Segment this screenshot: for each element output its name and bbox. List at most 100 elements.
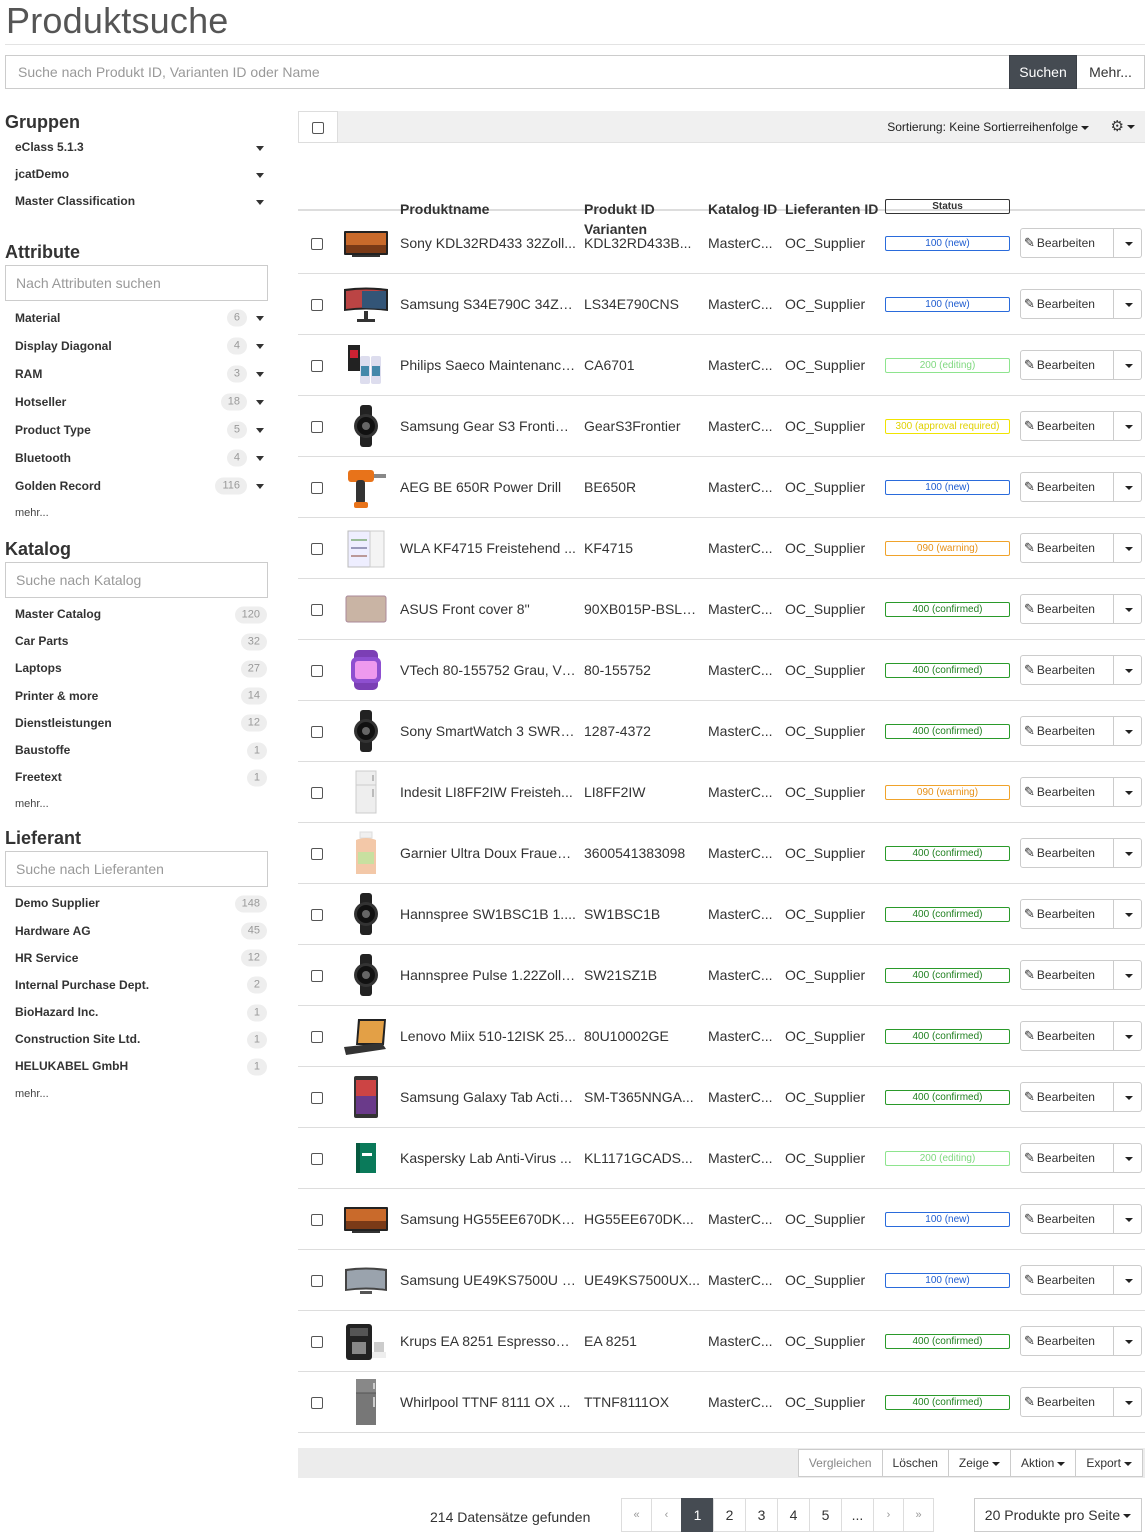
row-checkbox[interactable] [311, 1275, 323, 1287]
row-actions-dropdown[interactable] [1114, 289, 1142, 319]
product-name-link[interactable]: Philips Saeco Maintenance... [400, 335, 576, 395]
espresso-machine-icon[interactable] [342, 1318, 390, 1364]
edit-button[interactable]: ✎ Bearbeiten [1020, 1143, 1114, 1173]
search-input[interactable] [5, 55, 1009, 89]
tablet-icon[interactable] [342, 1074, 390, 1120]
row-checkbox[interactable] [311, 1336, 323, 1348]
row-actions-dropdown[interactable] [1114, 899, 1142, 929]
facet-hotseller[interactable]: Hotseller 18 [5, 388, 270, 416]
edit-button[interactable]: ✎ Bearbeiten [1020, 777, 1114, 807]
edit-button[interactable]: ✎ Bearbeiten [1020, 289, 1114, 319]
product-name-link[interactable]: WLA KF4715 Freistehend ... [400, 518, 576, 578]
fridge-icon[interactable] [342, 769, 390, 815]
row-actions-dropdown[interactable] [1114, 838, 1142, 868]
select-all-checkbox[interactable] [312, 122, 324, 134]
edit-button[interactable]: ✎ Bearbeiten [1020, 472, 1114, 502]
facet-master-catalog[interactable]: Master Catalog 120 [5, 601, 270, 628]
product-name-link[interactable]: ASUS Front cover 8'' [400, 579, 576, 639]
row-actions-dropdown[interactable] [1114, 1021, 1142, 1051]
row-actions-dropdown[interactable] [1114, 350, 1142, 380]
row-checkbox[interactable] [311, 543, 323, 555]
edit-button[interactable]: ✎ Bearbeiten [1020, 1021, 1114, 1051]
product-name-link[interactable]: Sony KDL32RD433 32Zoll... [400, 213, 576, 273]
row-actions-dropdown[interactable] [1114, 1143, 1142, 1173]
chevron-down-icon[interactable] [256, 145, 264, 151]
product-name-link[interactable]: Samsung UE49KS7500U 4... [400, 1250, 576, 1310]
facet-car-parts[interactable]: Car Parts 32 [5, 628, 270, 655]
facet-product-type[interactable]: Product Type 5 [5, 416, 270, 444]
edit-button[interactable]: ✎ Bearbeiten [1020, 1082, 1114, 1112]
facet-hr-service[interactable]: HR Service 12 [5, 945, 270, 972]
catalog-search-input[interactable] [5, 562, 268, 598]
row-actions-dropdown[interactable] [1114, 411, 1142, 441]
facet-ram[interactable]: RAM 3 [5, 360, 270, 388]
attribute-search-input[interactable] [5, 265, 268, 301]
tv-icon[interactable] [342, 220, 390, 266]
product-name-link[interactable]: Samsung HG55EE670DK ... [400, 1189, 576, 1249]
fridge-open-icon[interactable] [342, 525, 390, 571]
product-name-link[interactable]: Hannspree Pulse 1.22Zoll ... [400, 945, 576, 1005]
shampoo-icon[interactable] [342, 830, 390, 876]
per-page-select[interactable]: 20 Produkte pro Seite [974, 1498, 1142, 1532]
sort-dropdown[interactable]: Sortierung: Keine Sortierreihenfolge [887, 111, 1089, 143]
edit-button[interactable]: ✎ Bearbeiten [1020, 1265, 1114, 1295]
product-name-link[interactable]: Krups EA 8251 Espressom... [400, 1311, 576, 1371]
row-actions-dropdown[interactable] [1114, 1204, 1142, 1234]
edit-button[interactable]: ✎ Bearbeiten [1020, 655, 1114, 685]
row-actions-dropdown[interactable] [1114, 716, 1142, 746]
edit-button[interactable]: ✎ Bearbeiten [1020, 533, 1114, 563]
page-3-button[interactable]: 3 [745, 1498, 778, 1532]
page-5-button[interactable]: 5 [809, 1498, 842, 1532]
row-checkbox[interactable] [311, 1092, 323, 1104]
product-name-link[interactable]: Samsung Gear S3 Frontier ... [400, 396, 576, 456]
row-checkbox[interactable] [311, 665, 323, 677]
row-checkbox[interactable] [311, 1214, 323, 1226]
monitor-icon[interactable] [342, 281, 390, 327]
facet-laptops[interactable]: Laptops 27 [5, 655, 270, 682]
edit-button[interactable]: ✎ Bearbeiten [1020, 838, 1114, 868]
chevron-down-icon[interactable] [256, 372, 264, 377]
row-checkbox[interactable] [311, 1031, 323, 1043]
supplier-search-input[interactable] [5, 851, 268, 888]
row-actions-dropdown[interactable] [1114, 228, 1142, 258]
product-name-link[interactable]: Lenovo Miix 510-12ISK 25... [400, 1006, 576, 1066]
row-checkbox[interactable] [311, 909, 323, 921]
product-name-link[interactable]: Sony SmartWatch 3 SWR5... [400, 701, 576, 761]
action-dropdown[interactable]: Aktion [1009, 1449, 1077, 1477]
row-actions-dropdown[interactable] [1114, 594, 1142, 624]
first-page-button[interactable]: « [621, 1498, 652, 1532]
row-checkbox[interactable] [311, 1397, 323, 1409]
drill-icon[interactable] [342, 464, 390, 510]
attributes-more-link[interactable]: mehr... [5, 500, 270, 527]
smartwatch-icon[interactable] [342, 708, 390, 754]
edit-button[interactable]: ✎ Bearbeiten [1020, 899, 1114, 929]
row-actions-dropdown[interactable] [1114, 533, 1142, 563]
smartwatch-icon[interactable] [342, 891, 390, 937]
kidswatch-icon[interactable] [342, 647, 390, 693]
product-name-link[interactable]: Hannspree SW1BSC1B 1.... [400, 884, 576, 944]
facet-printer-more[interactable]: Printer & more 14 [5, 683, 270, 710]
row-actions-dropdown[interactable] [1114, 655, 1142, 685]
laptop-icon[interactable] [342, 1013, 390, 1059]
row-actions-dropdown[interactable] [1114, 777, 1142, 807]
smartwatch-icon[interactable] [342, 952, 390, 998]
facet-biohazard-inc[interactable]: BioHazard Inc. 1 [5, 999, 270, 1026]
edit-button[interactable]: ✎ Bearbeiten [1020, 350, 1114, 380]
product-name-link[interactable]: Whirlpool TTNF 8111 OX ... [400, 1372, 576, 1432]
facet-master-classification[interactable]: Master Classification [5, 188, 270, 215]
edit-button[interactable]: ✎ Bearbeiten [1020, 594, 1114, 624]
page-1-button[interactable]: 1 [681, 1498, 714, 1532]
row-actions-dropdown[interactable] [1114, 1387, 1142, 1417]
row-checkbox[interactable] [311, 787, 323, 799]
compare-button[interactable]: Vergleichen [797, 1449, 883, 1477]
column-settings-button[interactable]: ⚙ [1111, 111, 1135, 143]
facet-internal-purchase-dept[interactable]: Internal Purchase Dept. 2 [5, 972, 270, 999]
product-name-link[interactable]: Samsung S34E790C 34Zol... [400, 274, 576, 334]
row-actions-dropdown[interactable] [1114, 472, 1142, 502]
row-checkbox[interactable] [311, 421, 323, 433]
facet-eclass-5-1-3[interactable]: eClass 5.1.3 [5, 134, 270, 161]
software-box-icon[interactable] [342, 1135, 390, 1181]
product-name-link[interactable]: Kaspersky Lab Anti-Virus ... [400, 1128, 576, 1188]
chevron-down-icon[interactable] [256, 172, 264, 178]
delete-button[interactable]: Löschen [881, 1449, 949, 1477]
